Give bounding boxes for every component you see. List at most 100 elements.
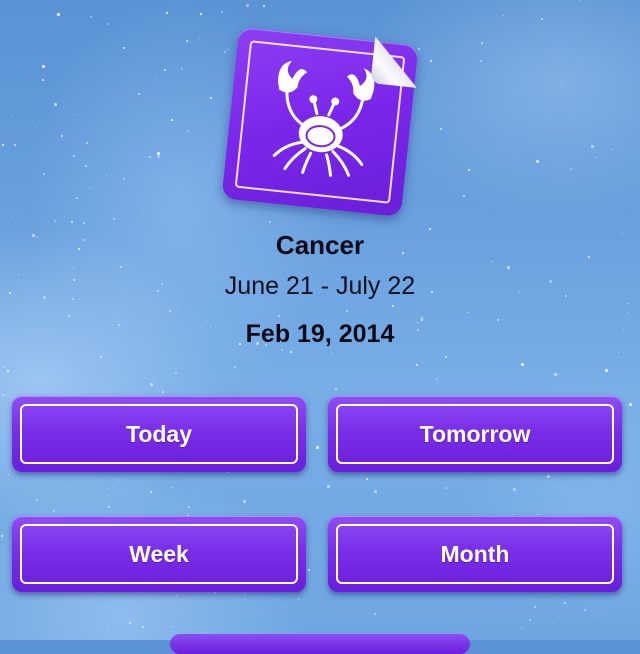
star-speck [190,42,192,44]
star-speck [123,178,126,181]
zodiac-sticker [221,27,421,217]
star-speck [521,627,523,629]
star-speck [150,491,152,493]
star-speck [366,478,368,480]
star-speck [621,518,623,520]
star-speck [85,165,87,167]
star-speck [491,261,493,263]
star-speck [107,23,109,25]
star-speck [278,315,281,318]
star-speck [513,488,517,492]
star-speck [324,210,326,212]
star-speck [68,315,71,318]
star-speck [331,362,333,364]
star-speck [108,495,110,497]
tomorrow-button-label: Tomorrow [419,420,531,447]
star-speck [74,114,76,116]
tomorrow-button-frame: Tomorrow [336,404,614,464]
star-speck [187,130,190,133]
star-speck [177,310,179,312]
star-speck [579,0,581,2]
star-speck [445,356,448,359]
star-speck [108,506,110,508]
star-speck [150,383,153,386]
star-speck [36,499,39,502]
star-speck [138,93,140,95]
star-speck [629,403,632,406]
month-button[interactable]: Month [328,516,622,592]
star-speck [181,68,184,71]
star-speck [335,388,337,390]
star-speck [57,13,61,17]
star-speck [71,208,73,210]
star-speck [166,12,168,14]
sign-name: Cancer [275,230,365,260]
star-speck [501,592,503,594]
star-speck [36,127,38,129]
star-speck [537,514,539,516]
star-speck [162,391,164,393]
star-speck [541,18,543,20]
star-speck [246,4,249,7]
star-speck [554,373,557,376]
star-speck [564,602,566,604]
star-speck [468,169,470,171]
star-speck [534,606,536,608]
star-speck [628,312,630,314]
star-speck [605,369,608,372]
next-button-partial[interactable] [170,634,470,654]
star-speck [171,119,173,121]
star-speck [591,145,595,149]
star-speck [224,51,227,54]
star-speck [507,266,510,269]
star-speck [176,595,178,597]
star-speck [480,60,483,63]
star-speck [120,266,123,269]
star-speck [392,305,395,308]
star-speck [491,494,493,496]
month-button-label: Month [440,540,510,567]
star-speck [54,103,57,106]
star-speck [521,363,524,366]
star-speck [108,489,110,491]
star-speck [42,65,45,68]
star-speck [142,626,144,628]
star-speck [117,479,120,482]
star-speck [210,97,212,99]
star-speck [430,60,432,62]
star-speck [316,446,319,449]
star-speck [221,11,223,13]
star-speck [536,160,539,163]
star-speck [332,353,334,355]
star-speck [416,364,418,366]
star-speck [129,622,131,624]
star-speck [244,594,247,597]
month-button-frame: Month [336,524,614,584]
star-speck [559,616,561,618]
star-speck [529,619,532,622]
star-speck [584,609,586,611]
star-speck [468,312,470,314]
star-speck [89,188,91,190]
star-speck [2,144,4,146]
star-speck [290,351,292,353]
today-button[interactable]: Today [12,396,306,472]
star-speck [628,303,630,305]
tomorrow-button[interactable]: Tomorrow [328,396,622,472]
star-speck [156,77,158,79]
star-speck [123,47,125,49]
star-speck [100,356,102,358]
sign-date-range: June 21 - July 22 [224,272,416,300]
star-speck [113,218,115,220]
star-speck [161,301,163,303]
star-speck [7,370,9,372]
cancer-crab-icon [272,60,375,177]
star-speck [86,142,88,144]
star-speck [560,82,562,84]
star-speck [42,79,44,81]
star-speck [463,195,465,197]
today-button-frame: Today [20,404,298,464]
star-speck [263,5,265,7]
star-speck [503,15,505,17]
week-button[interactable]: Week [12,516,306,592]
